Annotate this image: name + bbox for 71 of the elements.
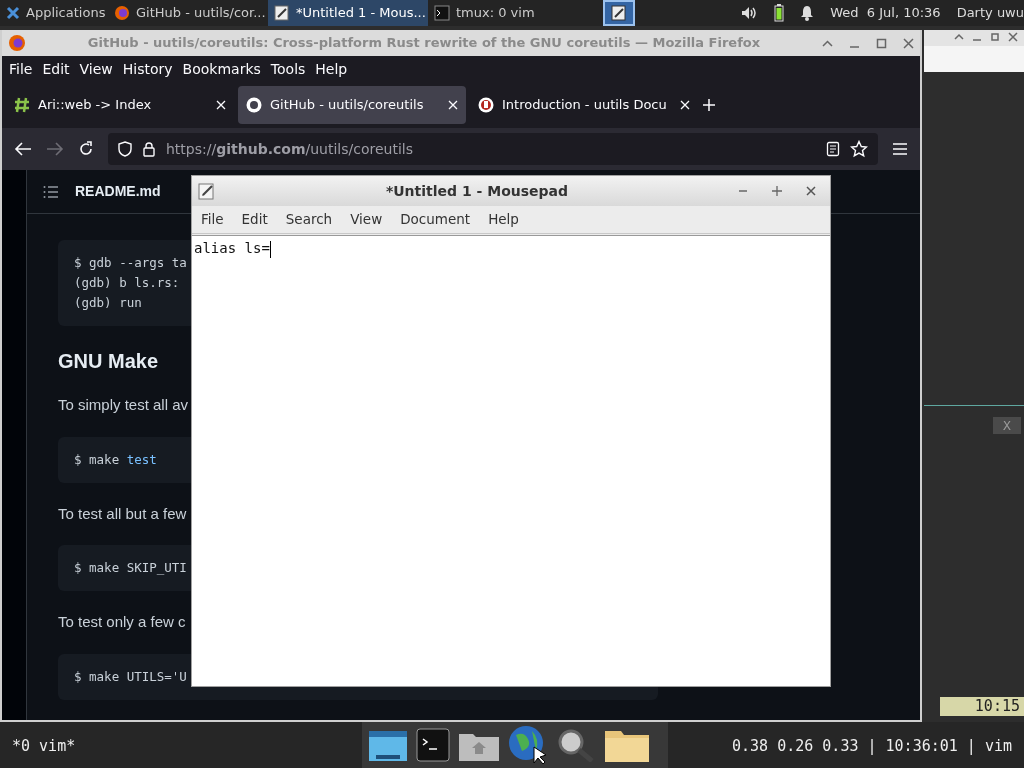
chevron-up-icon[interactable] — [822, 37, 833, 49]
hash-icon — [14, 97, 30, 113]
code-line: $ make SKIP_UTI — [74, 559, 188, 577]
maximize-icon[interactable] — [990, 32, 1000, 42]
file-name: README.md — [75, 182, 161, 201]
notepad-icon — [198, 182, 216, 200]
browser-tab[interactable]: Introduction - uutils Docu — [470, 86, 698, 124]
menu-item[interactable]: File — [192, 209, 233, 230]
menu-icon[interactable] — [892, 142, 908, 156]
reader-view-icon[interactable] — [826, 141, 840, 157]
reload-icon[interactable] — [78, 141, 94, 157]
code-line: (gdb) b ls.rs: — [74, 274, 181, 292]
shield-icon — [118, 141, 132, 157]
code-line: $ gdb --args ta — [74, 254, 188, 272]
menu-item[interactable]: Edit — [232, 209, 277, 230]
lock-icon — [142, 141, 156, 157]
browser-tab[interactable]: GitHub - uutils/coreutils — [238, 86, 466, 124]
menu-item[interactable]: Search — [276, 209, 342, 230]
paragraph: To test all but a few — [58, 503, 188, 524]
back-arrow-icon[interactable] — [14, 141, 32, 157]
system-status: 0.38 0.26 0.33 | 10:36:01 | vim — [732, 736, 1012, 757]
menu-item[interactable]: Help — [479, 209, 528, 230]
chevron-up-icon[interactable] — [954, 32, 964, 42]
battery-icon[interactable] — [774, 4, 785, 22]
window-icon[interactable] — [368, 728, 408, 762]
heading: GNU Make — [58, 349, 160, 374]
plus-icon[interactable] — [702, 98, 716, 112]
bell-icon[interactable] — [800, 5, 815, 21]
menu-item[interactable]: View — [341, 209, 392, 230]
star-icon[interactable] — [850, 140, 868, 158]
clock: 10:15 — [940, 697, 1024, 716]
code-line: $ make UTILS='U — [74, 667, 188, 686]
notepad-icon — [611, 5, 627, 21]
list-icon[interactable] — [43, 184, 59, 199]
window-status: *0 vim* — [12, 736, 76, 757]
close-icon[interactable] — [806, 186, 816, 196]
maximize-icon[interactable] — [876, 37, 887, 49]
window-title: GitHub - uutils/coreutils: Cross-platform Rust rewrite of the GNU coreutils — Mozilla Firefox — [86, 34, 762, 53]
x-logo-icon — [6, 6, 20, 20]
browser-icon — [114, 5, 130, 21]
menu-item[interactable]: Edit — [38, 58, 74, 80]
menu-item[interactable]: Help — [311, 58, 352, 80]
menu-item[interactable]: View — [75, 58, 117, 80]
workspace-button[interactable] — [603, 0, 635, 26]
volume-icon[interactable] — [740, 5, 759, 21]
terminal-icon — [434, 5, 450, 21]
paragraph: To simply test all av — [58, 395, 190, 415]
menu-item[interactable]: Tools — [266, 58, 310, 80]
terminal-icon[interactable] — [416, 728, 450, 762]
code-line: $ make test — [74, 450, 158, 469]
menu-item[interactable]: Document — [391, 209, 480, 230]
notepad-icon — [274, 5, 290, 21]
taskbar-button[interactable]: GitHub - uutils/cor... — [108, 0, 268, 26]
menu-item[interactable]: History — [118, 58, 177, 80]
menu-item[interactable]: File — [5, 58, 37, 80]
magnifier-icon[interactable] — [556, 728, 596, 762]
paragraph: To test only a few c — [58, 612, 187, 632]
window-title: *Untitled 1 - Mousepad — [384, 181, 570, 201]
text-editor[interactable]: alias ls= — [192, 235, 830, 686]
taskbar-button[interactable]: tmux: 0 vim — [428, 0, 598, 26]
code-line: (gdb) run — [74, 294, 143, 312]
menu-item[interactable]: Bookmarks — [178, 58, 265, 80]
applications-menu[interactable]: Applications — [0, 0, 108, 26]
clock[interactable]: Wed 6 Jul, 10:36 — [830, 3, 941, 23]
user-name[interactable]: Darty uwu — [956, 3, 1024, 23]
maximize-icon[interactable] — [772, 186, 782, 196]
address-bar[interactable]: https://github.com/uutils/coreutils — [108, 133, 878, 165]
browser-tab[interactable]: Ari::web -> Index — [6, 86, 234, 124]
taskbar-button[interactable]: *Untitled 1 - Mous... — [268, 0, 428, 26]
browser-icon — [8, 34, 26, 52]
globe-icon[interactable] — [508, 725, 548, 765]
